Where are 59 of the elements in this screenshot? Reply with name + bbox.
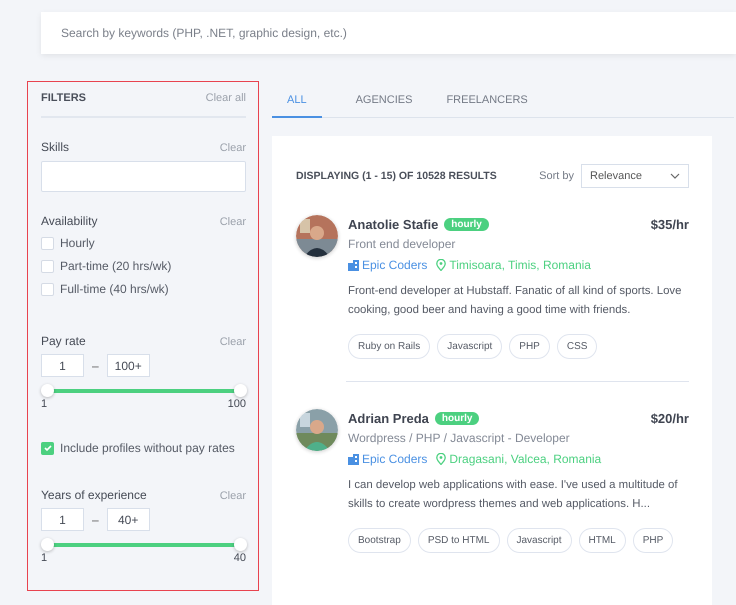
skill-tag[interactable]: HTML bbox=[578, 528, 626, 553]
filters-title: FILTERS bbox=[41, 92, 86, 104]
range-label: Pay rate bbox=[41, 334, 86, 348]
dash: – bbox=[92, 358, 99, 372]
sort-dropdown[interactable]: Relevance bbox=[581, 164, 689, 188]
skill-tag[interactable]: PHP bbox=[509, 334, 550, 359]
min-field[interactable]: 1 bbox=[41, 508, 84, 531]
tab[interactable]: AGENCIES bbox=[356, 87, 412, 118]
checkbox-label: Part-time (20 hrs/wk) bbox=[60, 259, 172, 273]
checkbox[interactable] bbox=[41, 236, 54, 250]
profile-title: Front end developer bbox=[348, 237, 456, 251]
range-slider[interactable] bbox=[41, 385, 246, 398]
skill-tag[interactable]: Javascript bbox=[437, 334, 502, 359]
skill-tag[interactable]: Javascript bbox=[506, 528, 572, 553]
tab[interactable]: FREELANCERS bbox=[446, 87, 528, 118]
location-pin-icon bbox=[436, 453, 446, 465]
skill-tag[interactable]: PSD to HTML bbox=[418, 528, 500, 553]
scale-max: 40 bbox=[234, 552, 246, 564]
hourly-rate: $20/hr bbox=[650, 411, 689, 426]
building-icon bbox=[348, 260, 359, 270]
chevron-down-icon bbox=[670, 173, 680, 179]
min-field[interactable]: 1 bbox=[41, 354, 84, 377]
checkbox[interactable] bbox=[41, 282, 54, 296]
location-pin-icon bbox=[436, 259, 446, 271]
rate-type-badge: hourly bbox=[444, 218, 489, 231]
search-field[interactable]: Search by keywords (PHP, .NET, graphic design, etc.) bbox=[41, 12, 736, 54]
results-summary: DISPLAYING (1 - 15) OF 10528 RESULTS bbox=[296, 170, 498, 182]
profile-bio: Front-end developer at Hubstaff. Fanatic of all kind of sports. Love cooking, good beer and having a good time with friends. bbox=[348, 284, 682, 318]
skills-label: Skills bbox=[41, 140, 70, 154]
profile-name[interactable]: Anatolie Stafie bbox=[348, 217, 438, 232]
check-icon bbox=[42, 443, 52, 453]
location-text: Timisoara, Timis, Romania bbox=[449, 258, 591, 272]
checkbox-label: Hourly bbox=[60, 236, 95, 250]
max-field[interactable]: 40+ bbox=[106, 508, 150, 531]
scale-min: 1 bbox=[41, 552, 48, 564]
skill-tag[interactable]: CSS bbox=[556, 334, 598, 359]
skill-tag[interactable]: Bootstrap bbox=[348, 528, 411, 553]
sort-label: Sort by bbox=[539, 170, 574, 182]
checkbox[interactable] bbox=[41, 260, 54, 272]
building-icon bbox=[348, 454, 359, 464]
scale-min: 1 bbox=[41, 398, 48, 410]
checkbox[interactable] bbox=[41, 442, 54, 454]
range-slider[interactable] bbox=[41, 539, 246, 552]
dash: – bbox=[92, 512, 99, 526]
skills-field[interactable] bbox=[41, 161, 246, 192]
range-label: Years of experience bbox=[41, 488, 147, 502]
checkbox-label: Full-time (40 hrs/wk) bbox=[60, 282, 169, 296]
profile-bio: I can develop web applications with ease. I've used a multitude of skills to create wordpress themes and web applications. H... bbox=[348, 478, 679, 512]
location-text: Dragasani, Valcea, Romania bbox=[449, 452, 602, 466]
checkbox-label: Include profiles without pay rates bbox=[60, 441, 235, 455]
hourly-rate: $35/hr bbox=[650, 217, 689, 232]
rate-type-badge: hourly bbox=[434, 412, 480, 425]
profile-name[interactable]: Adrian Preda bbox=[348, 411, 429, 426]
max-field[interactable]: 100+ bbox=[106, 354, 150, 377]
availability-label: Availability bbox=[41, 214, 98, 228]
scale-max: 100 bbox=[228, 398, 246, 410]
skill-tag[interactable]: Ruby on Rails bbox=[348, 334, 430, 359]
profile-title: Wordpress / PHP / Javascript - Developer bbox=[348, 431, 571, 445]
skill-tag[interactable]: PHP bbox=[632, 528, 674, 553]
